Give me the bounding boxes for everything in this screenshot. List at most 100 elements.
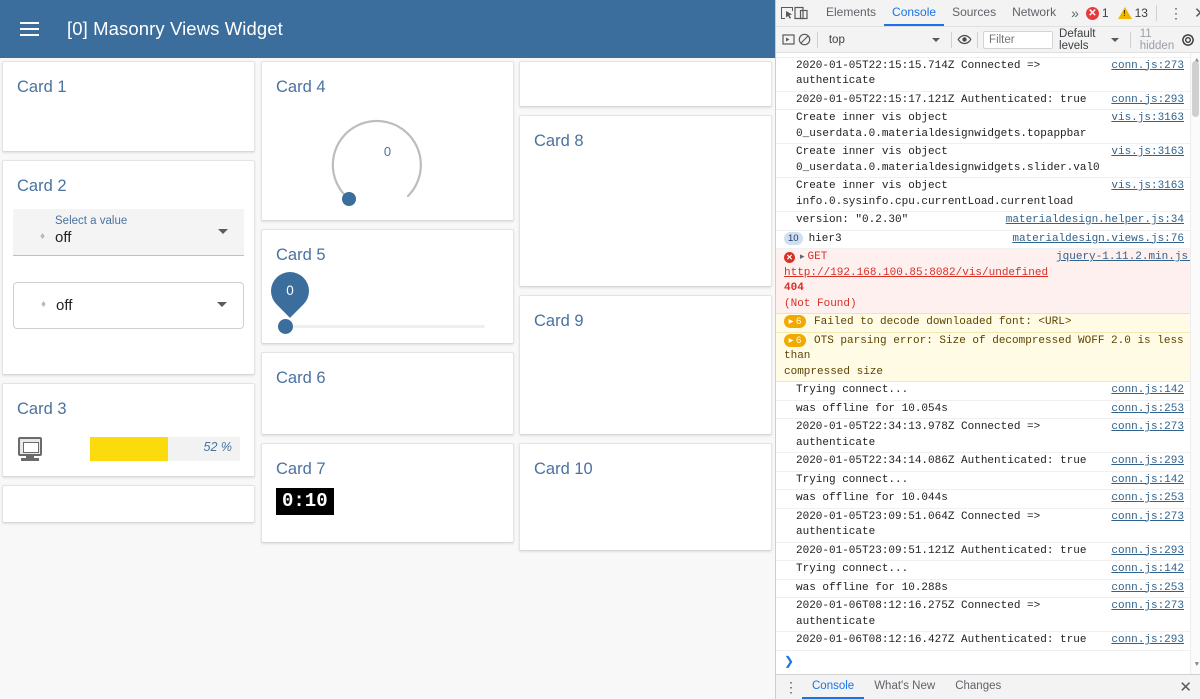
console-scrollbar-thumb[interactable] — [1192, 61, 1199, 117]
select-filled-value[interactable]: ♦ Select a value off — [13, 209, 244, 257]
console-row-source-link[interactable]: materialdesign.helper.js:34 — [1006, 213, 1184, 229]
inspect-element-icon[interactable] — [780, 2, 794, 24]
console-row-source-link[interactable]: conn.js:273 — [1111, 510, 1184, 526]
execute-icon[interactable] — [780, 29, 796, 51]
card-partial-bottom[interactable] — [2, 485, 255, 523]
slider-track[interactable] — [285, 325, 485, 329]
card-3[interactable]: Card 3 52 % — [2, 383, 255, 477]
console-row-source-link[interactable]: materialdesign.views.js:76 — [1012, 232, 1184, 248]
slider-thumb[interactable] — [278, 319, 293, 335]
console-row[interactable]: Create inner vis object 0_userdata.0.mat… — [776, 144, 1190, 178]
console-row[interactable]: version: "0.2.30" materialdesign.helper.j… — [776, 212, 1190, 231]
card-9[interactable]: Card 9 — [519, 295, 772, 435]
execution-context-select[interactable]: top — [823, 34, 946, 46]
progress-row: 52 % — [3, 418, 254, 466]
console-output[interactable]: Version vis-history: 1.0.0index.html?tes… — [776, 53, 1200, 674]
console-levels-select[interactable]: Default levels — [1053, 28, 1125, 52]
drawer-tab-console[interactable]: Console — [802, 675, 865, 699]
select-outlined-value[interactable]: ♦ off — [13, 282, 244, 330]
console-filter-input[interactable] — [983, 30, 1054, 49]
console-row[interactable]: Trying connect... conn.js:142 — [776, 561, 1190, 580]
console-row-message: Create inner vis object info.0.sysinfo.c… — [796, 180, 1074, 208]
console-row[interactable]: ▸ 6 Failed to decode downloaded font: <UR… — [776, 314, 1190, 333]
device-toolbar-icon[interactable] — [794, 2, 808, 24]
masonry-column-2: Card 4 0 Card 5 0 Card 6 Card 7 0:10 — [261, 58, 514, 551]
console-row-source-link[interactable]: conn.js:253 — [1111, 491, 1184, 507]
console-row-source-link[interactable]: conn.js:253 — [1111, 581, 1184, 597]
console-row[interactable]: 2020-01-05T23:09:51.121Z Authenticated: … — [776, 543, 1190, 561]
console-warning-group-badge[interactable]: ▸ 6 — [784, 315, 806, 328]
tab-network[interactable]: Network — [1004, 0, 1064, 26]
console-row-source-link[interactable]: jquery-1.11.2.min.js:3 — [1056, 250, 1190, 266]
console-row-source-link[interactable]: conn.js:142 — [1111, 562, 1184, 578]
drawer-tab-whats-new[interactable]: What's New — [864, 675, 945, 699]
console-row-source-link[interactable]: conn.js:293 — [1111, 544, 1184, 560]
console-row[interactable]: was offline for 10.044s conn.js:253 — [776, 490, 1190, 509]
expand-arrow-icon[interactable]: ▸ — [800, 252, 805, 262]
card-2[interactable]: Card 2 ♦ Select a value off ♦ off — [2, 160, 255, 375]
card-7[interactable]: Card 7 0:10 — [261, 443, 514, 543]
tab-elements[interactable]: Elements — [818, 0, 884, 26]
console-row[interactable]: ✕ ▸ GET http://192.168.100.85:8082/vis/und… — [776, 249, 1190, 314]
console-row[interactable]: 2020-01-05T22:15:15.714Z Connected => au… — [776, 58, 1190, 92]
console-row-source-link[interactable]: conn.js:142 — [1111, 383, 1184, 399]
console-row-source-link[interactable]: conn.js:293 — [1111, 93, 1184, 109]
card-10[interactable]: Card 10 — [519, 443, 772, 551]
console-row-source-link[interactable]: vis.js:3163 — [1111, 179, 1184, 195]
console-row[interactable]: 2020-01-05T23:09:51.064Z Connected => au… — [776, 509, 1190, 543]
slider-widget[interactable]: 0 — [262, 264, 513, 338]
console-row-source-link[interactable]: conn.js:273 — [1111, 420, 1184, 436]
console-row-source-link[interactable]: vis.js:3163 — [1111, 145, 1184, 161]
console-row[interactable]: 2020-01-06T08:12:16.275Z Connected => au… — [776, 598, 1190, 632]
more-tabs-icon[interactable]: » — [1064, 5, 1086, 21]
console-scrollbar[interactable]: ▲ ▼ — [1190, 53, 1200, 674]
console-row[interactable]: ▸ 6 OTS parsing error: Size of decompress… — [776, 332, 1190, 382]
live-expression-icon[interactable] — [956, 29, 972, 51]
console-row[interactable]: Create inner vis object info.0.sysinfo.c… — [776, 178, 1190, 212]
card-1[interactable]: Card 1 — [2, 61, 255, 152]
console-request-url[interactable]: http://192.168.100.85:8082/vis/undefined — [784, 267, 1048, 279]
tab-console[interactable]: Console — [884, 0, 945, 26]
console-row-source-link[interactable]: conn.js:273 — [1111, 59, 1184, 75]
console-row[interactable]: was offline for 10.288s conn.js:253 — [776, 580, 1190, 598]
warning-icon — [1117, 7, 1132, 19]
console-row[interactable]: 2020-01-05T22:34:13.978Z Connected => au… — [776, 419, 1190, 453]
gear-icon[interactable] — [1180, 29, 1196, 51]
console-row-source-link[interactable]: conn.js:293 — [1111, 454, 1184, 470]
tab-sources[interactable]: Sources — [944, 0, 1004, 26]
console-row-source-link[interactable]: index.html?test4:22859 — [1039, 53, 1184, 56]
console-row-source-link[interactable]: vis.js:3163 — [1111, 111, 1184, 127]
console-row[interactable]: Trying connect... conn.js:142 — [776, 382, 1190, 401]
console-row[interactable]: Trying connect... conn.js:142 — [776, 472, 1190, 490]
card-4[interactable]: Card 4 0 — [261, 61, 514, 221]
clear-console-icon[interactable] — [796, 29, 812, 51]
drawer-more-menu-icon[interactable]: ⋮ — [780, 679, 802, 696]
console-prompt[interactable]: ❯ — [776, 651, 1190, 675]
console-row[interactable]: 2020-01-05T22:34:14.086Z Authenticated: … — [776, 453, 1190, 472]
chevron-down-icon[interactable] — [217, 302, 227, 308]
console-row[interactable]: was offline for 10.054s conn.js:253 — [776, 401, 1190, 419]
drawer-tab-changes[interactable]: Changes — [945, 675, 1011, 699]
scroll-down-icon[interactable]: ▼ — [1195, 658, 1199, 674]
console-row-source-link[interactable]: conn.js:253 — [1111, 402, 1184, 418]
console-row-source-link[interactable]: conn.js:273 — [1111, 599, 1184, 615]
console-row[interactable]: Create inner vis object 0_userdata.0.mat… — [776, 110, 1190, 144]
warning-count-badge[interactable]: 13 — [1117, 6, 1148, 20]
hamburger-menu-icon[interactable] — [14, 14, 44, 44]
close-devtools-icon[interactable]: ✕ — [1190, 4, 1200, 22]
console-row[interactable]: 2020-01-05T22:15:17.121Z Authenticated: … — [776, 92, 1190, 110]
console-row[interactable]: 2020-01-06T08:12:16.427Z Authenticated: … — [776, 632, 1190, 651]
chevron-down-icon[interactable] — [218, 229, 228, 235]
console-warning-group-badge[interactable]: ▸ 6 — [784, 333, 806, 347]
console-row-source-link[interactable]: conn.js:142 — [1111, 473, 1184, 489]
console-row[interactable]: 10 hier3 materialdesign.views.js:76 — [776, 231, 1190, 249]
console-row-source-link[interactable]: conn.js:293 — [1111, 633, 1184, 649]
card-partial-top[interactable] — [519, 61, 772, 107]
devtools-more-menu-icon[interactable]: ⋮ — [1165, 5, 1187, 22]
console-row-message: 2020-01-05T22:15:17.121Z Authenticated: … — [796, 93, 1087, 106]
card-5[interactable]: Card 5 0 — [261, 229, 514, 344]
error-count-badge[interactable]: ✕ 1 — [1085, 6, 1109, 20]
close-drawer-icon[interactable]: ✕ — [1175, 678, 1196, 696]
card-8[interactable]: Card 8 — [519, 115, 772, 287]
card-6[interactable]: Card 6 — [261, 352, 514, 435]
